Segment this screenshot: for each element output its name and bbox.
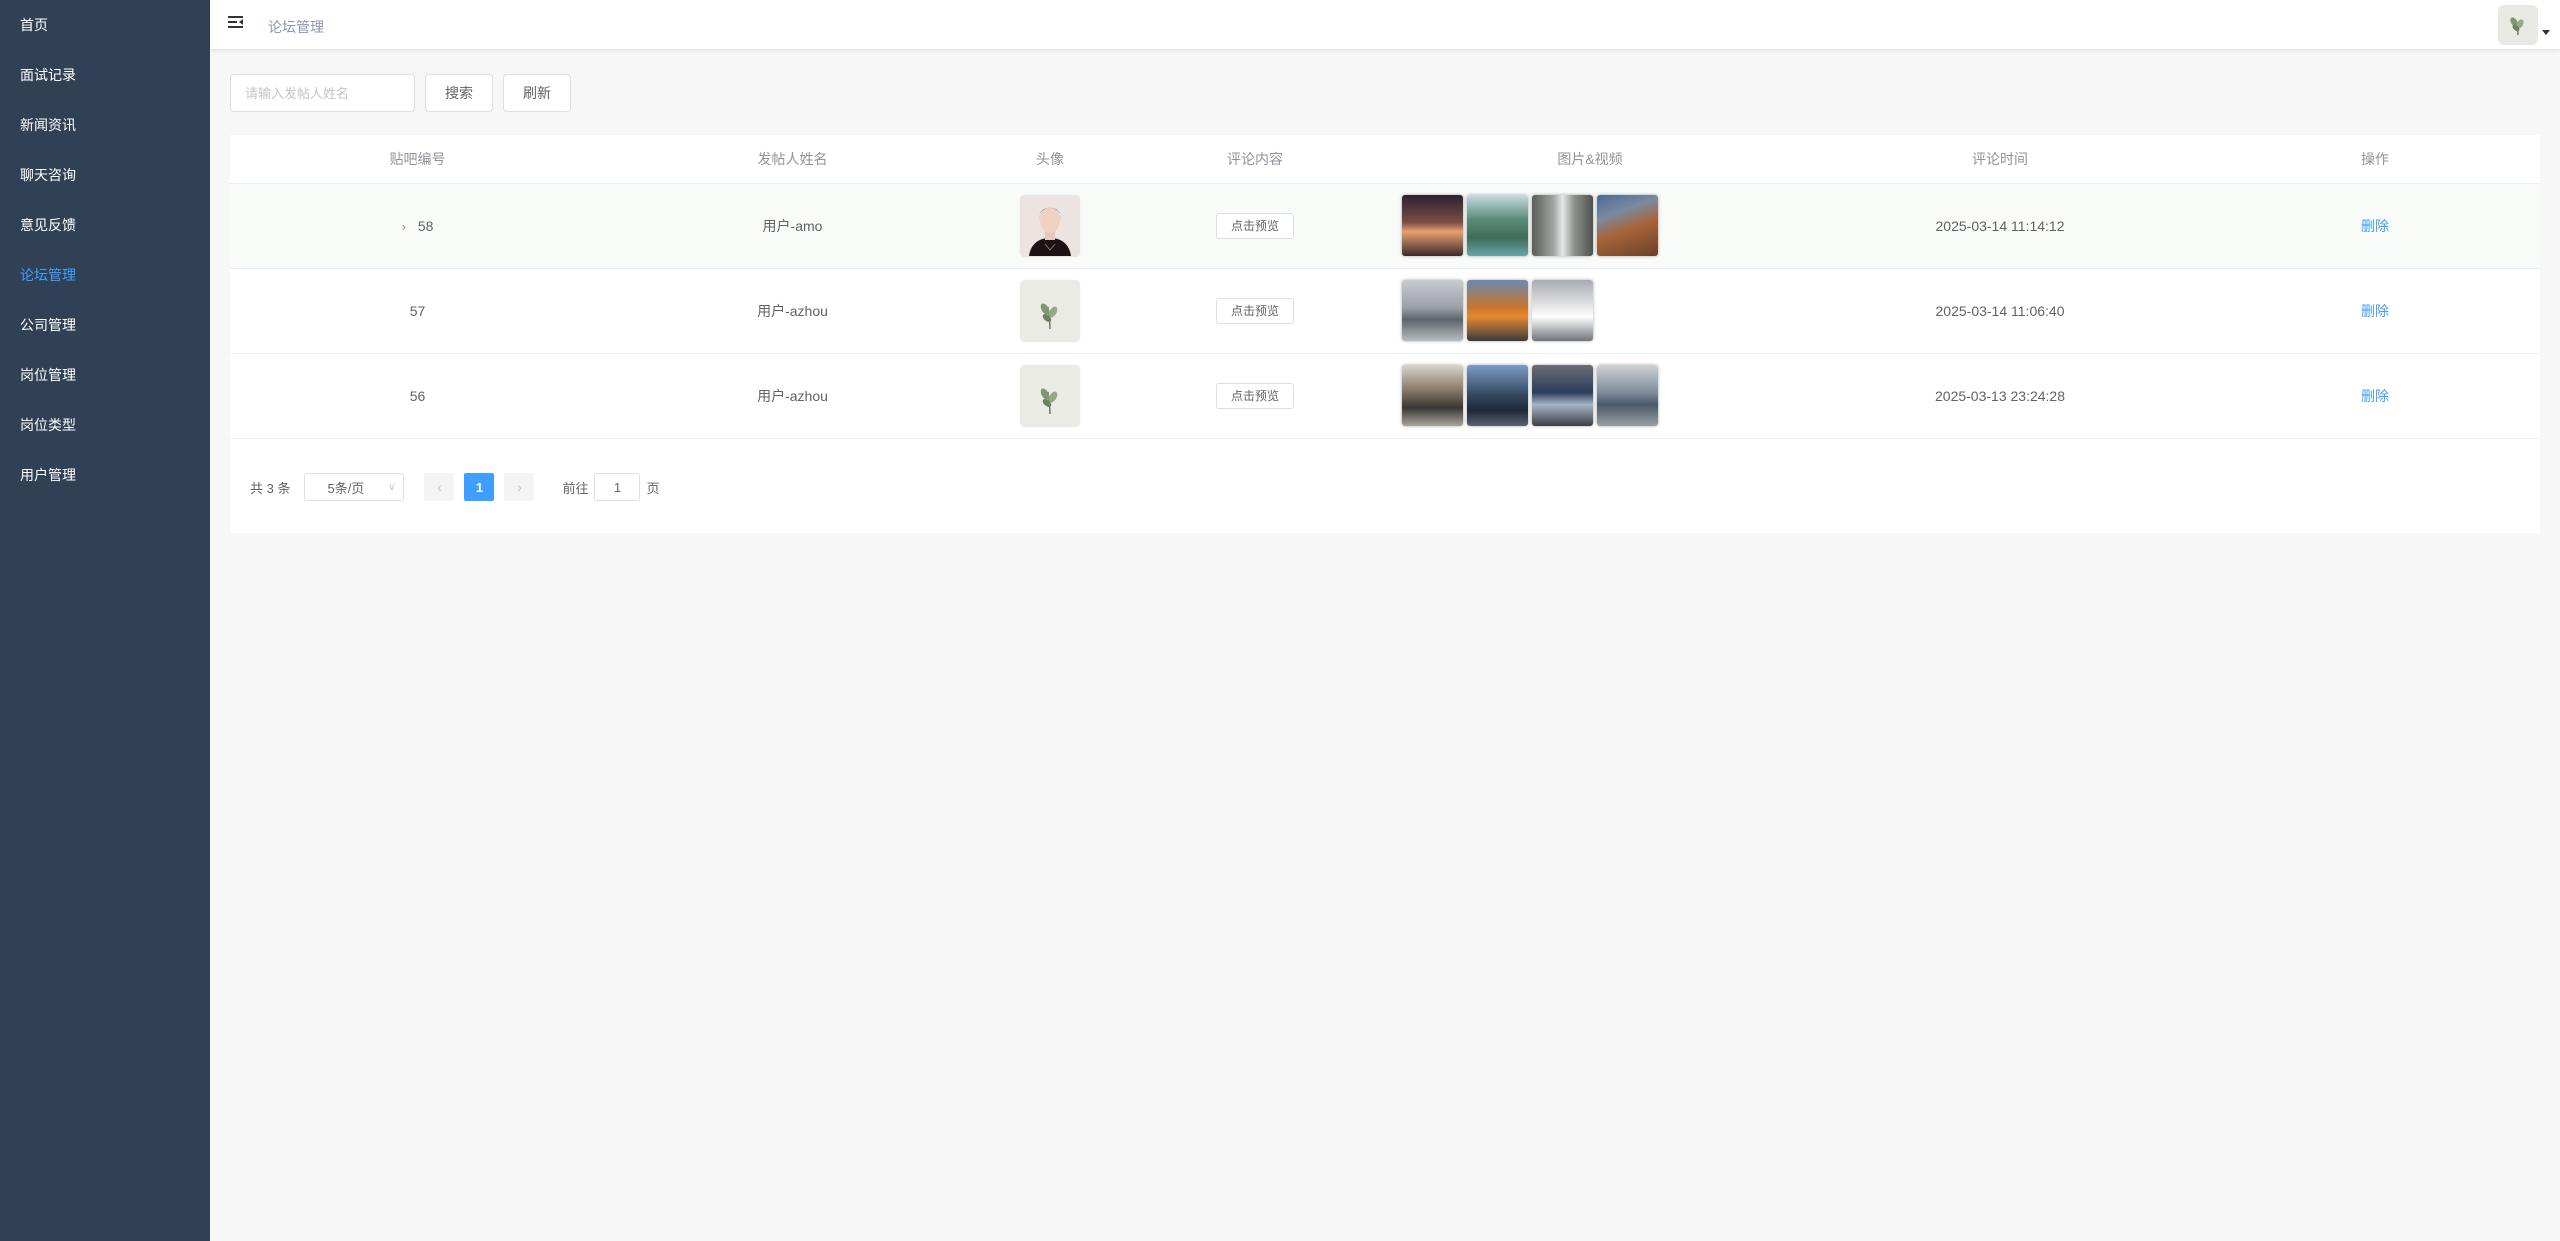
delete-link[interactable]: 删除 [2361,303,2389,319]
post-time: 2025-03-14 11:14:12 [1790,183,2210,269]
refresh-button[interactable]: 刷新 [503,74,571,112]
pagination: 共 3 条 5条/页 ∨ ‹ 1 › 前往 页 [250,473,660,501]
media-thumbnail[interactable] [1532,195,1593,256]
media-thumbnail[interactable] [1467,365,1528,426]
sidebar-item-feedback[interactable]: 意见反馈 [0,200,210,250]
poster-avatar[interactable] [1021,365,1079,426]
media-thumbnail[interactable] [1402,280,1463,341]
sidebar-item-forum[interactable]: 论坛管理 [0,250,210,300]
user-avatar[interactable] [2498,5,2538,45]
sidebar-item-company[interactable]: 公司管理 [0,300,210,350]
sidebar-item-users[interactable]: 用户管理 [0,450,210,500]
search-input[interactable] [230,74,415,112]
expand-chevron-icon[interactable]: › [402,219,406,234]
page-suffix-label: 页 [646,480,660,496]
delete-link[interactable]: 删除 [2361,388,2389,404]
post-id: 57 [409,302,426,319]
next-page-button[interactable]: › [504,473,535,501]
sidebar-item-news[interactable]: 新闻资讯 [0,100,210,150]
preview-content-button[interactable]: 点击预览 [1215,212,1294,239]
media-thumbnail[interactable] [1532,365,1593,426]
post-id: 56 [409,387,426,404]
plant-avatar-icon [2510,17,2524,36]
poster-name: 用户-amo [605,183,980,269]
column-header-content: 评论内容 [1120,135,1390,184]
prev-page-button[interactable]: ‹ [424,473,455,501]
goto-label: 前往 [562,480,589,496]
media-thumbnail[interactable] [1467,280,1528,341]
top-navbar: 论坛管理 [210,0,2560,50]
page-jumper: 前往 页 [562,473,660,501]
sidebar-item-chat[interactable]: 聊天咨询 [0,150,210,200]
sidebar-item-interview-records[interactable]: 面试记录 [0,50,210,100]
column-header-time: 评论时间 [1790,135,2210,184]
table-row: 57 用户-azhou 点击预览 2025-03-14 11:06:40 删除 [230,268,2540,354]
pagination-total: 共 3 条 [250,480,291,496]
sidebar-item-position-types[interactable]: 岗位类型 [0,400,210,450]
column-header-poster: 发帖人姓名 [605,135,980,184]
table-header-row: 贴吧编号 发帖人姓名 头像 评论内容 图片&视频 评论时间 操作 [230,135,2540,184]
page-size-select[interactable]: 5条/页 ∨ [304,473,405,501]
media-thumbnail[interactable] [1402,365,1463,426]
column-header-media: 图片&视频 [1390,135,1790,184]
search-button[interactable]: 搜索 [425,74,493,112]
media-thumbnail[interactable] [1467,195,1528,256]
table-row: › 58 用户-amo 点击预览 2025-03-14 11:14:12 删除 [230,183,2540,269]
poster-avatar[interactable] [1021,280,1079,341]
post-time: 2025-03-14 11:06:40 [1790,268,2210,354]
forum-table-card: 贴吧编号 发帖人姓名 头像 评论内容 图片&视频 评论时间 操作 › 58 用户… [230,135,2540,533]
poster-name: 用户-azhou [605,268,980,354]
column-header-id: 贴吧编号 [230,135,605,184]
sidebar: 首页 面试记录 新闻资讯 聊天咨询 意见反馈 论坛管理 公司管理 岗位管理 岗位… [0,0,210,1241]
search-toolbar: 搜索 刷新 [230,70,2540,116]
delete-link[interactable]: 删除 [2361,218,2389,234]
media-gallery [1390,195,1790,256]
media-thumbnail[interactable] [1597,195,1658,256]
table-row: 56 用户-azhou 点击预览 2025-03-13 23:24:28 删除 [230,353,2540,439]
forum-table: 贴吧编号 发帖人姓名 头像 评论内容 图片&视频 评论时间 操作 › 58 用户… [230,135,2540,439]
post-id: 58 [417,217,434,234]
preview-content-button[interactable]: 点击预览 [1215,297,1294,324]
chevron-down-icon: ∨ [388,481,396,493]
post-time: 2025-03-13 23:24:28 [1790,353,2210,439]
media-gallery [1390,365,1790,426]
hamburger-fold-icon[interactable] [228,15,245,32]
goto-page-input[interactable] [594,473,641,501]
sidebar-item-positions[interactable]: 岗位管理 [0,350,210,400]
preview-content-button[interactable]: 点击预览 [1215,382,1294,409]
poster-avatar[interactable] [1021,195,1079,256]
caret-down-icon[interactable] [2542,30,2550,35]
media-thumbnail[interactable] [1402,195,1463,256]
breadcrumb: 论坛管理 [268,19,324,35]
media-thumbnail[interactable] [1597,365,1658,426]
page-number-current[interactable]: 1 [464,473,495,501]
poster-name: 用户-azhou [605,353,980,439]
column-header-avatar: 头像 [980,135,1120,184]
page-size-value: 5条/页 [327,480,365,496]
media-thumbnail[interactable] [1532,280,1593,341]
main-content: 搜索 刷新 贴吧编号 发帖人姓名 头像 评论内容 图片&视频 评论时间 操作 [230,70,2540,533]
column-header-action: 操作 [2210,135,2540,184]
media-gallery [1390,280,1790,341]
sidebar-item-home[interactable]: 首页 [0,0,210,50]
